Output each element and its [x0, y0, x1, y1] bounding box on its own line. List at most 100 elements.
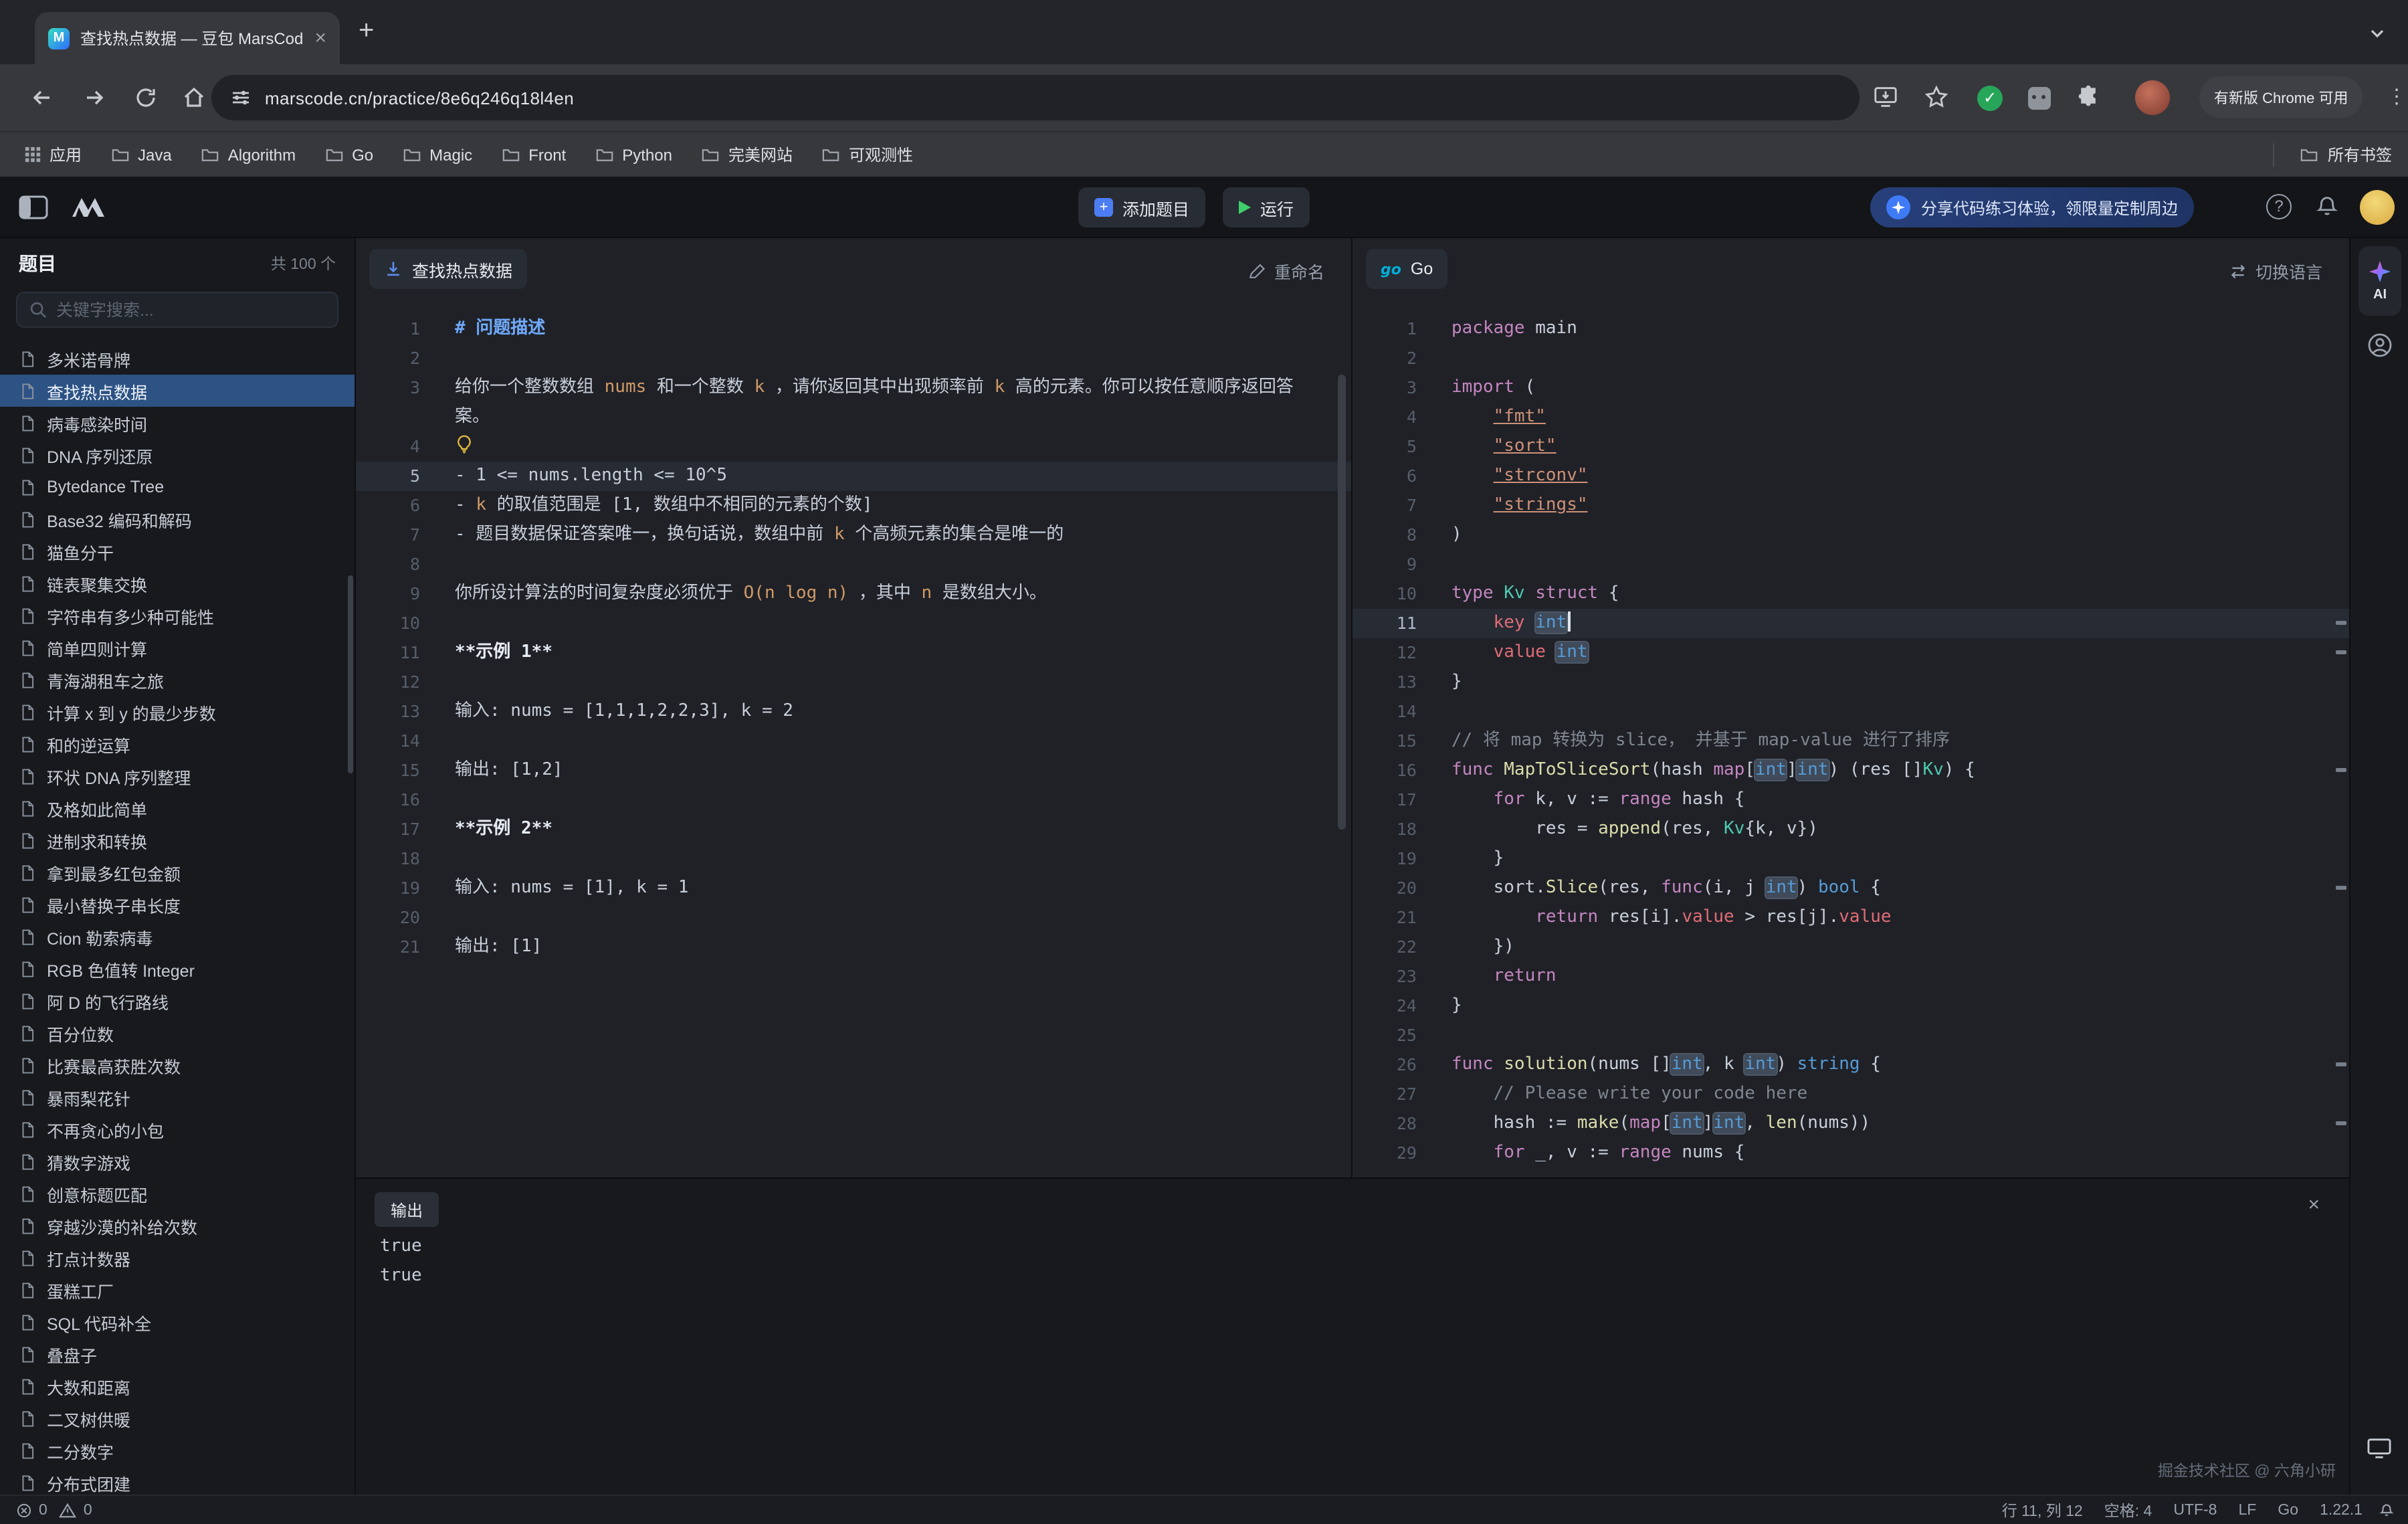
editor-line[interactable]: 1# 问题描述 [356, 314, 1351, 344]
sidebar-item[interactable]: DNA 序列还原 [0, 439, 355, 471]
editor-line[interactable]: 1package main [1352, 314, 2349, 344]
sidebar-item[interactable]: 病毒感染时间 [0, 407, 355, 439]
sidebar-item[interactable]: 创意标题匹配 [0, 1177, 355, 1210]
sidebar-item[interactable]: Cion 勒索病毒 [0, 921, 355, 953]
editor-line[interactable]: 6 "strconv" [1352, 462, 2349, 491]
editor-line[interactable]: 18 res = append(res, Kv{k, v}) [1352, 815, 2349, 844]
extensions-puzzle-icon[interactable] [2076, 84, 2100, 108]
editor-line[interactable]: 13} [1352, 668, 2349, 697]
sidebar-item[interactable]: 最小替换子串长度 [0, 888, 355, 921]
sidebar-item[interactable]: Base32 编码和解码 [0, 503, 355, 535]
add-problem-button[interactable]: + 添加题目 [1078, 187, 1205, 227]
reload-icon[interactable] [134, 86, 158, 110]
sidebar-item[interactable]: 不再贪心的小包 [0, 1113, 355, 1145]
editor-line[interactable]: 4 "fmt" [1352, 403, 2349, 432]
search-input[interactable] [56, 300, 325, 319]
sidebar-item[interactable]: 猫鱼分干 [0, 535, 355, 567]
search-box[interactable] [16, 292, 338, 328]
editor-line[interactable]: 18 [356, 844, 1351, 874]
browser-profile-avatar[interactable] [2135, 80, 2170, 115]
sidebar-item[interactable]: SQL 代码补全 [0, 1306, 355, 1338]
sidebar-item[interactable]: Bytedance Tree [0, 471, 355, 503]
editor-line[interactable]: 案。 [356, 403, 1351, 432]
screen-share-icon[interactable] [2367, 1437, 2392, 1460]
editor-line[interactable]: 10 [356, 609, 1351, 638]
sidebar-item[interactable]: 多米诺骨牌 [0, 343, 355, 375]
editor-line[interactable]: 28 hash := make(map[int]int, len(nums)) [1352, 1109, 2349, 1139]
bookmark-item[interactable]: Go [314, 140, 384, 169]
editor-line[interactable]: 29 for _, v := range nums { [1352, 1139, 2349, 1168]
editor-line[interactable]: 17**示例 2** [356, 815, 1351, 844]
editor-line[interactable]: 19输入: nums = [1], k = 1 [356, 874, 1351, 903]
extension-gray-icon[interactable] [2028, 87, 2051, 110]
editor-line[interactable]: 4 [356, 432, 1351, 462]
problem-scrollbar[interactable] [1338, 375, 1346, 830]
editor-line[interactable]: 2 [356, 344, 1351, 373]
rename-button[interactable]: 重命名 [1249, 258, 1324, 284]
notification-bell-icon[interactable] [2314, 194, 2340, 219]
sidebar-item[interactable]: 阿 D 的飞行路线 [0, 985, 355, 1017]
code-editor[interactable]: 1package main23import (4 "fmt"5 "sort"6 … [1352, 314, 2349, 1168]
editor-line[interactable]: 14 [356, 727, 1351, 756]
sidebar-item[interactable]: 计算 x 到 y 的最少步数 [0, 696, 355, 728]
sidebar-item[interactable]: 大数和距离 [0, 1370, 355, 1402]
sidebar-item[interactable]: 字符串有多少种可能性 [0, 599, 355, 632]
sidebar-toggle-icon[interactable] [19, 195, 48, 219]
sidebar-item[interactable]: 环状 DNA 序列整理 [0, 760, 355, 792]
all-bookmarks-button[interactable]: 所有书签 [2273, 142, 2392, 167]
bookmark-item[interactable]: Python [585, 140, 683, 169]
tab-search-chevron-icon[interactable] [2368, 24, 2387, 43]
output-tab[interactable]: 输出 [375, 1192, 439, 1227]
sidebar-item[interactable]: 打点计数器 [0, 1242, 355, 1274]
user-avatar[interactable] [2360, 190, 2395, 225]
sidebar-item[interactable]: 拿到最多红包金额 [0, 856, 355, 888]
status-item[interactable]: 1.22.1 [2320, 1503, 2363, 1519]
lightbulb-icon[interactable] [455, 435, 474, 454]
bookmark-item[interactable]: Java [100, 140, 183, 169]
editor-line[interactable]: 11 key int [1352, 609, 2349, 638]
bookmark-item[interactable]: 完美网站 [691, 138, 803, 171]
editor-line[interactable]: 23 return [1352, 962, 2349, 991]
sidebar-item[interactable]: 暴雨梨花针 [0, 1081, 355, 1113]
editor-line[interactable]: 21输出: [1] [356, 933, 1351, 962]
editor-line[interactable]: 3给你一个整数数组 nums 和一个整数 k ，请你返回其中出现频率前 k 高的… [356, 373, 1351, 403]
sidebar-item[interactable]: 及格如此简单 [0, 792, 355, 824]
ai-assistant-button[interactable]: AI [2359, 246, 2401, 316]
editor-line[interactable]: 12 value int [1352, 638, 2349, 668]
sidebar-item[interactable]: 穿越沙漠的补给次数 [0, 1210, 355, 1242]
extension-green-icon[interactable]: ✓ [1977, 86, 2003, 111]
help-icon[interactable]: ? [2266, 194, 2292, 219]
problem-title-chip[interactable]: 查找热点数据 [369, 249, 527, 289]
output-close-icon[interactable]: × [2308, 1194, 2320, 1216]
bookmark-item[interactable]: Algorithm [191, 140, 306, 169]
sidebar-item[interactable]: 蛋糕工厂 [0, 1274, 355, 1306]
editor-line[interactable]: 24} [1352, 991, 2349, 1021]
status-item[interactable]: Go [2278, 1503, 2298, 1519]
sidebar-item[interactable]: 二分数字 [0, 1434, 355, 1466]
status-item[interactable]: UTF-8 [2173, 1503, 2217, 1519]
sidebar-item[interactable]: RGB 色值转 Integer [0, 953, 355, 985]
editor-line[interactable]: 17 for k, v := range hash { [1352, 785, 2349, 815]
sidebar-scrollbar[interactable] [348, 575, 353, 773]
status-bell-icon[interactable] [2379, 1503, 2395, 1519]
site-settings-icon[interactable] [230, 87, 252, 108]
forward-icon[interactable] [83, 86, 107, 110]
browser-tab[interactable]: M 查找热点数据 — 豆包 MarsCod... × [35, 12, 340, 64]
editor-line[interactable]: 20 [356, 903, 1351, 933]
editor-line[interactable]: 14 [1352, 697, 2349, 727]
run-button[interactable]: 运行 [1223, 187, 1310, 227]
editor-line[interactable]: 16 [356, 785, 1351, 815]
bookmark-item[interactable]: 可观测性 [811, 138, 924, 171]
sidebar-item[interactable]: 进制求和转换 [0, 824, 355, 856]
editor-line[interactable]: 21 return res[i].value > res[j].value [1352, 903, 2349, 933]
sidebar-item[interactable]: 链表聚集交换 [0, 567, 355, 599]
editor-line[interactable]: 6- k 的取值范围是 [1, 数组中不相同的元素的个数] [356, 491, 1351, 520]
editor-line[interactable]: 27 // Please write your code here [1352, 1080, 2349, 1109]
sidebar-item[interactable]: 百分位数 [0, 1017, 355, 1049]
editor-line[interactable]: 5 "sort" [1352, 432, 2349, 462]
sidebar-item[interactable]: 叠盘子 [0, 1338, 355, 1370]
editor-line[interactable]: 11**示例 1** [356, 638, 1351, 668]
editor-line[interactable]: 2 [1352, 344, 2349, 373]
editor-line[interactable]: 5- 1 <= nums.length <= 10^5 [356, 462, 1351, 491]
status-item[interactable]: LF [2239, 1503, 2257, 1519]
